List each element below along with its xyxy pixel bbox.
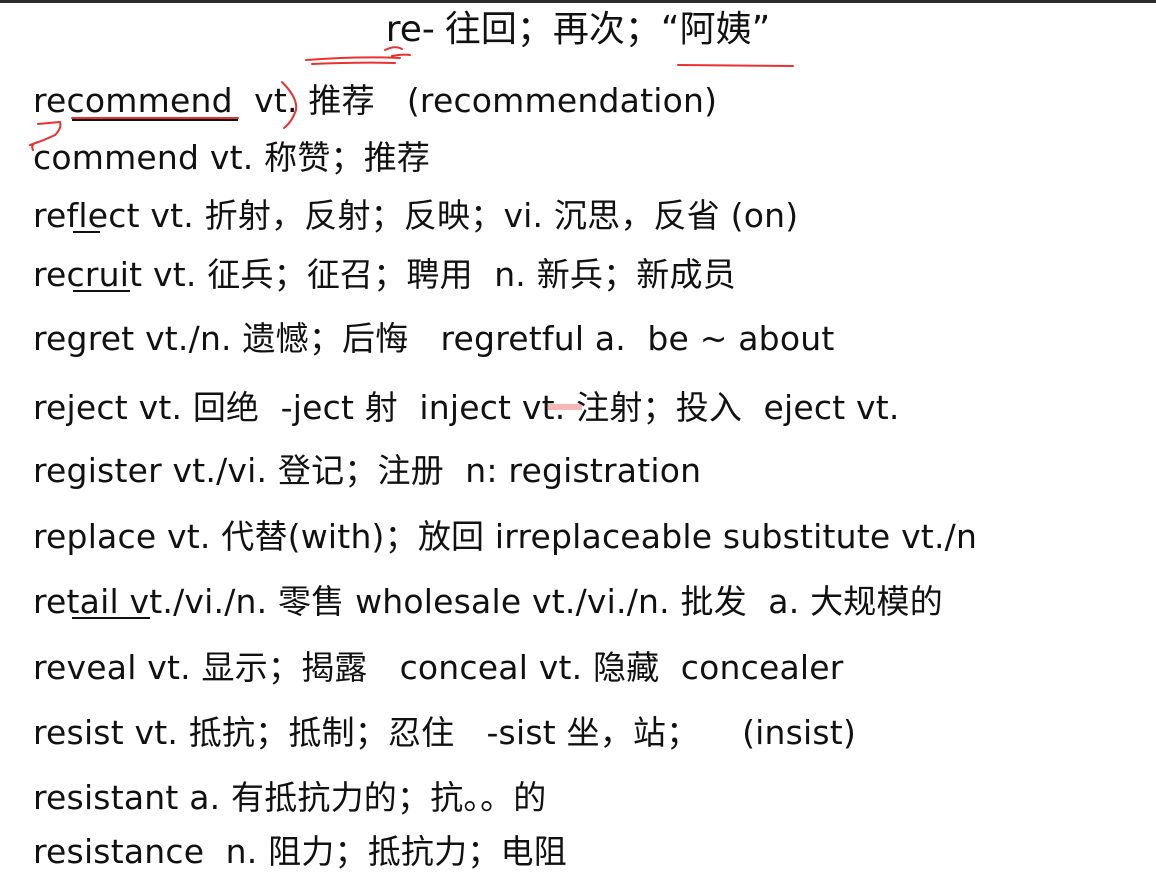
entry-reject: reject vt. 回绝 -ject 射 inject vt. 注射；投入 e… <box>33 388 900 427</box>
title-prefix: re- <box>385 9 435 50</box>
page-title: re- 往回；再次；“阿姨” <box>0 6 1156 54</box>
entry-resistant: resistant a. 有抵抗力的；抗。。的 <box>33 778 547 817</box>
entry-reveal: reveal vt. 显示；揭露 conceal vt. 隐藏 conceale… <box>33 648 844 687</box>
entry-replace: replace vt. 代替(with)；放回 irreplaceable su… <box>33 517 978 556</box>
entry-reflect: reflect vt. 折射，反射；反映；vi. 沉思，反省 (on) <box>33 196 799 235</box>
entry-regret: regret vt./n. 遗憾；后悔 regretful a. be ~ ab… <box>33 319 835 358</box>
entry-recommend: recommend vt. 推荐 (recommendation) <box>33 81 718 120</box>
entry-retail: retail vt./vi./n. 零售 wholesale vt./vi./n… <box>33 582 943 621</box>
top-border <box>0 0 1156 3</box>
title-meaning: 往回；再次；“阿姨” <box>444 9 771 50</box>
entry-recruit: recruit vt. 征兵；征召；聘用 n. 新兵；新成员 <box>33 255 736 294</box>
entry-resistance: resistance n. 阻力；抵抗力；电阻 <box>33 832 567 871</box>
entry-register: register vt./vi. 登记；注册 n: registration <box>33 451 702 490</box>
title-aunt-underline <box>677 64 794 67</box>
entry-commend: commend vt. 称赞；推荐 <box>33 138 431 177</box>
entry-resist: resist vt. 抵抗；抵制；忍住 -sist 坐，站； (insist) <box>33 713 857 752</box>
